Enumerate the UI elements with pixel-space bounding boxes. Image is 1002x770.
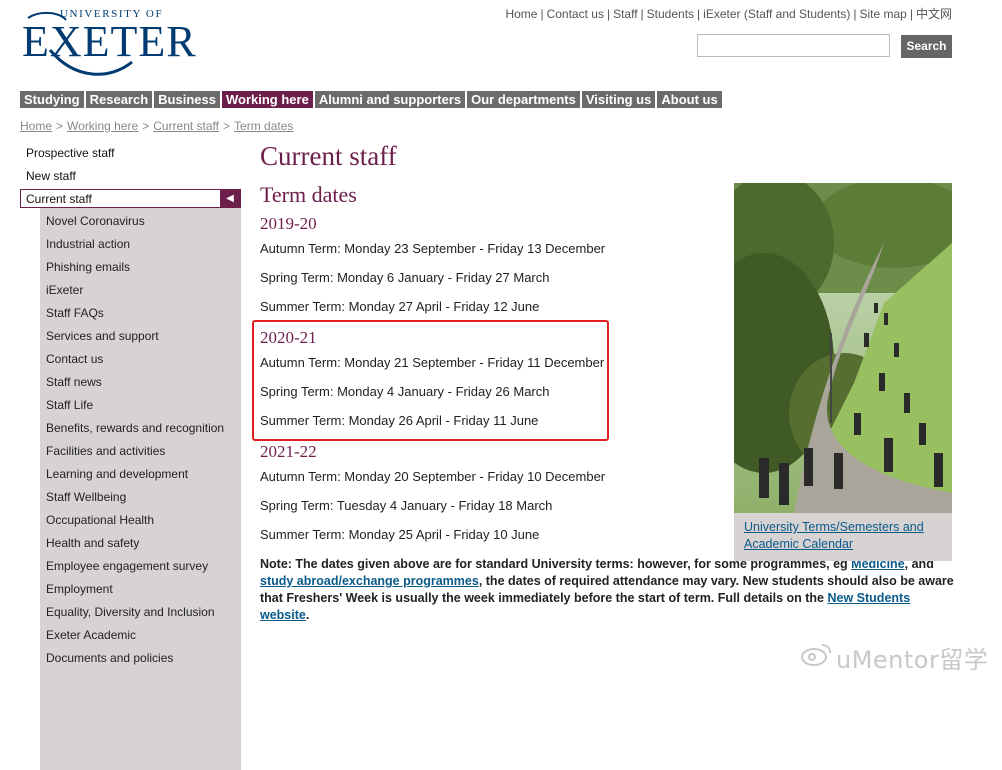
- nav-our-departments[interactable]: Our departments: [467, 91, 580, 108]
- term-line: Spring Term: Tuesday 4 January - Friday …: [260, 498, 553, 513]
- term-line: Autumn Term: Monday 21 September - Frida…: [260, 355, 605, 370]
- term-line: Spring Term: Monday 4 January - Friday 2…: [260, 384, 550, 399]
- utility-links: Home | Contact us | Staff | Students | iExeter (…: [505, 7, 952, 21]
- toplink-chinese-site[interactable]: 中文网: [916, 7, 952, 21]
- nav-visiting-us[interactable]: Visiting us: [581, 91, 656, 108]
- subnav-item[interactable]: Phishing emails: [40, 256, 241, 279]
- toplink-home[interactable]: Home: [505, 7, 537, 21]
- breadcrumb: Home > Working here > Current staff > Term dat…: [20, 119, 294, 133]
- toplink-iexeter[interactable]: iExeter (Staff and Students): [703, 7, 850, 21]
- subnav-item[interactable]: Industrial action: [40, 233, 241, 256]
- collapse-arrow-icon[interactable]: ◀: [220, 190, 240, 207]
- search-button[interactable]: Search: [901, 35, 952, 58]
- term-line: Autumn Term: Monday 23 September - Frida…: [260, 241, 606, 256]
- subnav-item[interactable]: Employment: [40, 578, 241, 601]
- nav-about-us[interactable]: About us: [657, 91, 722, 108]
- study-abroad-link[interactable]: study abroad/exchange programmes: [260, 574, 479, 588]
- subnav-item[interactable]: Employee engagement survey: [40, 555, 241, 578]
- nav-business[interactable]: Business: [154, 91, 220, 108]
- term-line: Autumn Term: Monday 20 September - Frida…: [260, 469, 606, 484]
- academic-calendar-link[interactable]: University Terms/Semesters and Academic …: [744, 519, 944, 553]
- search-input[interactable]: [697, 34, 890, 57]
- term-line: Spring Term: Monday 6 January - Friday 2…: [260, 270, 550, 285]
- toplink-site-map[interactable]: Site map: [860, 7, 907, 21]
- toplink-contact-us[interactable]: Contact us: [547, 7, 604, 21]
- campus-photo[interactable]: [734, 183, 952, 513]
- year-heading-2021-22: 2021-22: [260, 442, 317, 461]
- sidebar-item-current-staff[interactable]: Current staff ◀: [20, 189, 241, 208]
- university-logo[interactable]: UNIVERSITY OF EXETER: [20, 6, 196, 76]
- nav-working-here[interactable]: Working here: [221, 91, 313, 108]
- subnav-item[interactable]: Services and support: [40, 325, 241, 348]
- section-title: Term dates: [260, 182, 357, 207]
- nav-studying[interactable]: Studying: [20, 91, 84, 108]
- breadcrumb-current-staff[interactable]: Current staff: [153, 119, 219, 133]
- subnav-item[interactable]: Facilities and activities: [40, 440, 241, 463]
- sidebar-current-label: Current staff: [26, 192, 92, 206]
- breadcrumb-term-dates[interactable]: Term dates: [234, 119, 293, 133]
- sidebar-item-prospective-staff[interactable]: Prospective staff: [20, 142, 241, 165]
- year-heading-2020-21: 2020-21: [260, 328, 317, 347]
- subnav-item[interactable]: Staff news: [40, 371, 241, 394]
- term-dates-note: Note: The dates given above are for stan…: [260, 556, 962, 624]
- weibo-logo-icon: [801, 644, 831, 666]
- term-line: Summer Term: Monday 27 April - Friday 12…: [260, 299, 540, 314]
- toplink-staff[interactable]: Staff: [613, 7, 637, 21]
- subnav-item[interactable]: Staff Wellbeing: [40, 486, 241, 509]
- subnav-item[interactable]: Documents and policies: [40, 647, 241, 670]
- subnav-item[interactable]: Novel Coronavirus: [40, 210, 241, 233]
- nav-research[interactable]: Research: [85, 91, 153, 108]
- sidebar-subnav: Novel Coronavirus Industrial action Phis…: [40, 208, 241, 770]
- subnav-item[interactable]: Exeter Academic: [40, 624, 241, 647]
- sidebar-item-new-staff[interactable]: New staff: [20, 165, 241, 188]
- page-title: Current staff: [260, 141, 397, 171]
- logo-line-exeter: EXETER: [22, 17, 197, 66]
- subnav-item[interactable]: Contact us: [40, 348, 241, 371]
- breadcrumb-home[interactable]: Home: [20, 119, 52, 133]
- breadcrumb-working-here[interactable]: Working here: [67, 119, 138, 133]
- campus-photo-image: [734, 183, 952, 513]
- subnav-item[interactable]: Equality, Diversity and Inclusion: [40, 601, 241, 624]
- main-navigation: Studying Research Business Working here Alum…: [20, 91, 724, 108]
- term-line: Summer Term: Monday 25 April - Friday 10…: [260, 527, 540, 542]
- term-line: Summer Term: Monday 26 April - Friday 11…: [260, 413, 539, 428]
- subnav-item[interactable]: iExeter: [40, 279, 241, 302]
- year-heading-2019-20: 2019-20: [260, 214, 317, 233]
- subnav-item[interactable]: Staff FAQs: [40, 302, 241, 325]
- note-text: .: [305, 608, 310, 622]
- subnav-item[interactable]: Health and safety: [40, 532, 241, 555]
- subnav-item[interactable]: Learning and development: [40, 463, 241, 486]
- subnav-item[interactable]: Occupational Health: [40, 509, 241, 532]
- subnav-item[interactable]: Benefits, rewards and recognition: [40, 417, 241, 440]
- sidebar-nav: Prospective staff New staff Current staf…: [20, 142, 241, 770]
- toplink-students[interactable]: Students: [647, 7, 694, 21]
- subnav-item[interactable]: Staff Life: [40, 394, 241, 417]
- watermark-text: uMentor留学: [836, 646, 989, 674]
- photo-card: University Terms/Semesters and Academic …: [734, 183, 952, 561]
- nav-alumni-and-supporters[interactable]: Alumni and supporters: [314, 91, 466, 108]
